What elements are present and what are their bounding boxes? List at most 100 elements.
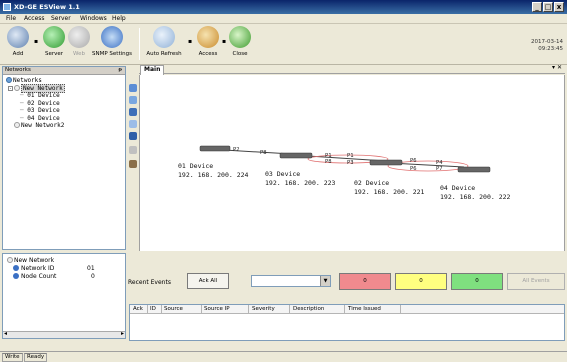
close-button[interactable]: Close <box>228 26 252 57</box>
title-bar: XD-GE ESView 1.1 _ □ x <box>0 0 567 14</box>
device-01-ip: 192. 168. 200. 224 <box>178 171 249 179</box>
column-divider <box>147 305 148 314</box>
port-label: P2 <box>233 147 240 153</box>
access-button[interactable]: Access <box>196 26 220 57</box>
port-label: P1 <box>347 153 354 159</box>
device-01-icon[interactable] <box>199 145 231 152</box>
prop-network: New Network <box>7 257 121 265</box>
topology-tool-strip <box>127 76 139 252</box>
menu-help[interactable]: Help <box>112 15 126 22</box>
window-title: XD-GE ESView 1.1 <box>14 3 80 11</box>
key-icon <box>197 26 219 48</box>
tree-network-new-network2[interactable]: New Network2 <box>6 122 122 130</box>
network-icon <box>14 122 20 128</box>
maximize-button[interactable]: □ <box>543 2 553 12</box>
column-divider <box>161 305 162 314</box>
web-button[interactable]: Web <box>68 26 90 57</box>
topology-diagram: P2 P8 P1 P1 P8 P3 P6 P4 P6 P7 01 Device … <box>178 145 511 201</box>
menu-file[interactable]: File <box>6 15 16 22</box>
device-02-ip: 192. 168. 200. 221 <box>354 188 425 196</box>
device-tool-icon[interactable] <box>129 96 137 104</box>
events-table-header: Ack ID Source Source IP Severity Descrip… <box>130 305 564 314</box>
column-source-ip[interactable]: Source IP <box>204 306 230 312</box>
close-figure-icon <box>229 26 251 48</box>
magnifier-icon <box>153 26 175 48</box>
menu-server[interactable]: Server <box>51 15 71 22</box>
networks-panel-title: Networks <box>5 67 31 73</box>
snmp-settings-button[interactable]: SNMP Settings <box>90 26 134 57</box>
scroll-left-icon[interactable]: ◂ <box>4 330 7 337</box>
port-label: P3 <box>347 160 354 166</box>
scroll-right-icon[interactable]: ▸ <box>121 330 124 337</box>
event-filter-select[interactable]: ▼ <box>251 275 331 287</box>
auto-refresh-button[interactable]: Auto Refresh <box>144 26 184 57</box>
app-icon <box>3 3 11 11</box>
toolbar-separator <box>139 28 140 60</box>
menu-bar: File Access Server Windows Help <box>0 14 567 24</box>
chevron-down-icon[interactable]: ▼ <box>320 276 330 286</box>
add-network-icon <box>7 26 29 48</box>
recent-events-label: Recent Events <box>128 279 171 286</box>
add-button[interactable]: Add <box>6 26 30 57</box>
topology-canvas[interactable]: P2 P8 P1 P1 P8 P3 P6 P4 P6 P7 01 Device … <box>139 75 565 251</box>
column-description[interactable]: Description <box>293 306 324 312</box>
settings-tool-icon[interactable] <box>129 146 137 154</box>
tree-device-03[interactable]: ─ 03 Device <box>6 107 122 115</box>
column-severity[interactable]: Severity <box>252 306 275 312</box>
tab-menu-close[interactable]: ▾ ✕ <box>552 64 562 71</box>
device-04-icon[interactable] <box>457 166 491 173</box>
column-time-issued[interactable]: Time Issued <box>348 306 381 312</box>
tab-main[interactable]: Main <box>140 65 164 75</box>
device-02-icon[interactable] <box>369 159 403 166</box>
access-dropdown-arrow[interactable]: ▪ <box>222 38 226 45</box>
tree-device-02[interactable]: ─ 02 Device <box>6 100 122 108</box>
arrow-tool-icon[interactable] <box>129 84 137 92</box>
column-source[interactable]: Source <box>164 306 183 312</box>
zoom-tool-icon[interactable] <box>129 120 137 128</box>
all-events-button[interactable]: All Events <box>507 273 565 290</box>
column-id[interactable]: ID <box>150 306 156 312</box>
status-mode: Write <box>2 353 23 362</box>
column-divider <box>289 305 290 314</box>
server-button[interactable]: Server <box>42 26 66 57</box>
severity-green-button[interactable]: 0 <box>451 273 503 290</box>
grid-tool-icon[interactable] <box>129 132 137 140</box>
server-icon <box>43 26 65 48</box>
link-tool-icon[interactable] <box>129 108 137 116</box>
close-window-button[interactable]: x <box>554 2 564 12</box>
refresh-dropdown-arrow[interactable]: ▪ <box>188 38 192 45</box>
menu-access[interactable]: Access <box>24 15 45 22</box>
network-tree: Networks - New Network ─ 01 Device ─ 02 D… <box>3 75 125 132</box>
menu-windows[interactable]: Windows <box>80 15 107 22</box>
port-label: P8 <box>325 159 332 165</box>
tab-strip: Main ▾ ✕ <box>139 64 565 75</box>
device-04-name: 04 Device <box>440 184 475 192</box>
layout-tool-icon[interactable] <box>129 160 137 168</box>
tree-device-01[interactable]: ─ 01 Device <box>6 92 122 100</box>
properties-panel: New Network Network ID 01 Node Count 0 ◂… <box>2 253 126 339</box>
pin-icon[interactable]: ᵽ <box>118 67 122 73</box>
info-icon <box>13 265 19 271</box>
prop-network-id: Network ID 01 <box>7 265 121 273</box>
time-text: 09:23:45 <box>538 46 563 52</box>
status-bar: Write Ready <box>0 351 567 362</box>
horizontal-scrollbar[interactable]: ◂ ▸ <box>3 330 125 338</box>
tree-device-04[interactable]: ─ 04 Device <box>6 115 122 123</box>
tree-network-new-network[interactable]: - New Network <box>6 83 122 93</box>
column-ack[interactable]: Ack <box>133 306 143 312</box>
minimize-button[interactable]: _ <box>532 2 542 12</box>
severity-yellow-button[interactable]: 0 <box>395 273 447 290</box>
device-03-ip: 192. 168. 200. 223 <box>265 179 336 187</box>
ack-all-button[interactable]: Ack All <box>187 273 229 289</box>
network-icon <box>7 257 13 263</box>
port-label: P7 <box>436 166 443 172</box>
events-toolbar: Recent Events Ack All ▼ 0 0 0 All Events <box>127 252 567 302</box>
toolbar: Add ▪ Server Web SNMP Settings Auto Refr… <box>0 24 567 65</box>
events-table: Ack ID Source Source IP Severity Descrip… <box>129 304 565 341</box>
status-state: Ready <box>24 353 48 362</box>
network-icon <box>14 84 20 91</box>
severity-red-button[interactable]: 0 <box>339 273 391 290</box>
add-dropdown-arrow[interactable]: ▪ <box>34 38 38 45</box>
port-label: P6 <box>410 166 417 172</box>
device-03-icon[interactable] <box>279 152 313 159</box>
